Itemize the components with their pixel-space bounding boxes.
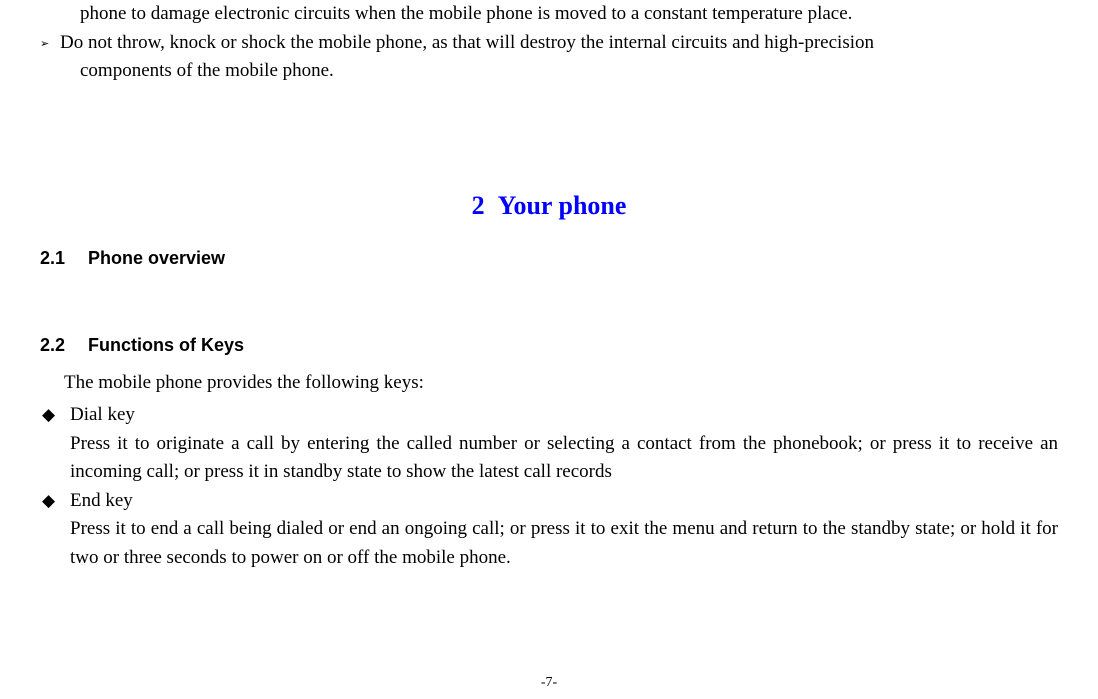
prev-bullet-continuation: components of the mobile phone. <box>40 57 1058 86</box>
section-heading-2-1: 2.1Phone overview <box>40 245 1058 272</box>
section-number: 2.2 <box>40 332 88 359</box>
list-item: ◆ End key <box>40 487 1058 516</box>
chapter-number: 2 <box>472 191 485 220</box>
section-number: 2.1 <box>40 245 88 272</box>
key-name: Dial key <box>70 401 1058 430</box>
section-title: Phone overview <box>88 248 225 268</box>
page-number: -7- <box>0 672 1098 693</box>
chapter-title: Your phone <box>498 191 627 220</box>
key-name: End key <box>70 487 1058 516</box>
triangle-bullet-icon: ➢ <box>40 29 60 53</box>
chapter-heading: 2 Your phone <box>40 186 1058 225</box>
diamond-bullet-icon: ◆ <box>42 487 70 514</box>
section-title: Functions of Keys <box>88 335 244 355</box>
key-description: Press it to end a call being dialed or e… <box>40 515 1058 572</box>
list-item: ◆ Dial key <box>40 401 1058 430</box>
diamond-bullet-icon: ◆ <box>42 401 70 428</box>
section-intro: The mobile phone provides the following … <box>40 369 1058 398</box>
prev-bullet-item: ➢ Do not throw, knock or shock the mobil… <box>40 29 1058 58</box>
prev-page-continuation: phone to damage electronic circuits when… <box>40 0 1058 29</box>
prev-bullet-text: Do not throw, knock or shock the mobile … <box>60 29 1058 58</box>
section-heading-2-2: 2.2Functions of Keys <box>40 332 1058 359</box>
key-description: Press it to originate a call by entering… <box>40 430 1058 487</box>
